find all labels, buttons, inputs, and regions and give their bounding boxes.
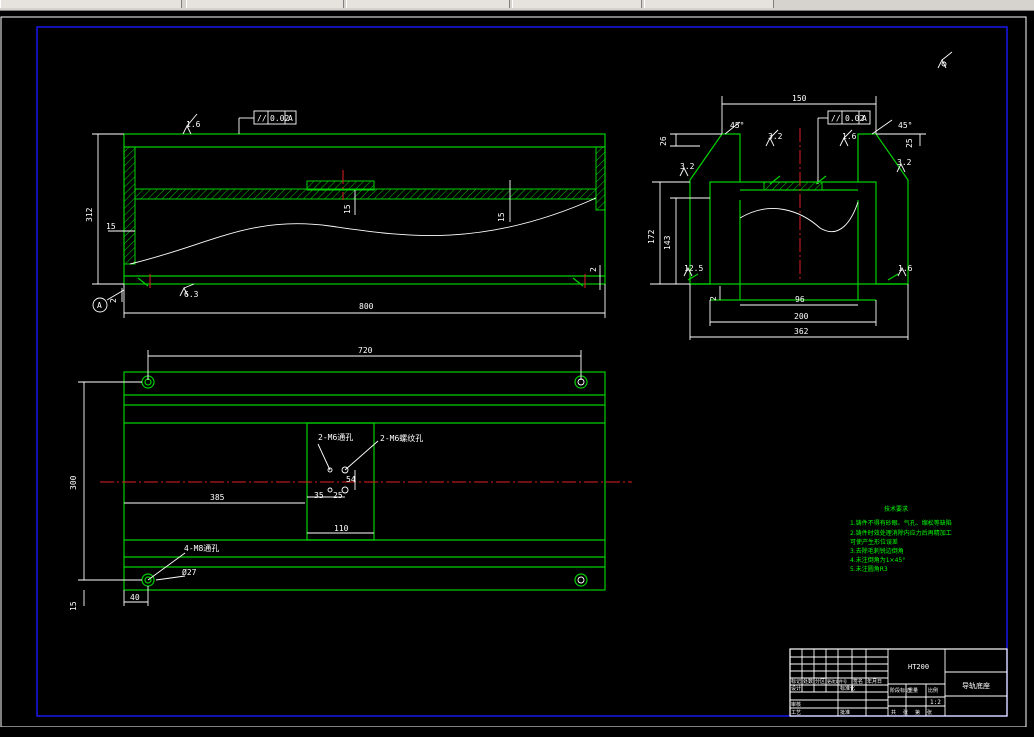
dim-side-mid-width: 200 — [794, 312, 809, 321]
dim-top-edge-x: 40 — [130, 593, 140, 602]
dim-side-top-width: 150 — [792, 94, 807, 103]
title-cell: 设计 — [791, 685, 801, 692]
dim-top-small-b: 25 — [333, 491, 343, 500]
roughness-label: 3.2 — [680, 162, 695, 171]
roughness-label: 6.3 — [184, 290, 199, 299]
roughness-label: 12.5 — [684, 264, 703, 273]
title-cell: 张 — [903, 709, 908, 716]
drawing-canvas[interactable]: 800 312 15 15 15 2 2 // 0.02 A A 1.6 6.3 — [0, 0, 1034, 737]
dim-front-left-wall: 15 — [106, 222, 116, 231]
datum-label: A — [97, 301, 102, 310]
dim-front-length: 800 — [359, 302, 374, 311]
title-cell: 更改文件号 — [827, 678, 847, 684]
roughness-label: 3.2 — [768, 132, 783, 141]
tol-front-symbol: // — [257, 114, 267, 123]
notes-item: 4.未注倒角为1×45° — [850, 556, 905, 564]
dim-front-gap-right: 2 — [589, 267, 598, 272]
title-cell: 工艺 — [791, 710, 801, 716]
hole-note-1: 2-M6通孔 — [318, 432, 353, 442]
dim-top-length: 720 — [358, 346, 373, 355]
title-cell: 重量 — [908, 687, 918, 694]
hole-note-2: 2-M6螺纹孔 — [380, 433, 423, 443]
dim-side-bottom-gap: 2 — [709, 296, 718, 301]
dim-front-rib: 15 — [497, 212, 506, 222]
title-scale: 1:2 — [930, 699, 941, 706]
dim-top-offset: 385 — [210, 493, 225, 502]
tol-side-symbol: // — [831, 114, 841, 123]
tol-front-datum: A — [288, 114, 293, 123]
side-view — [650, 96, 926, 340]
dim-side-top-step: 26 — [659, 136, 668, 146]
notes-item: 5.未注圆角R3 — [850, 565, 888, 573]
hole-note-3: 4-M8通孔 — [184, 543, 219, 553]
hole-dia: Ø27 — [182, 567, 197, 577]
notes-item: 3.去除毛刺锐边倒角 — [850, 547, 904, 555]
notes-item: 2.铸件时效处理消除内应力后再精加工 — [850, 529, 952, 537]
chamfer-right: 45° — [898, 121, 912, 130]
dim-top-small-c: 54 — [346, 475, 356, 484]
dim-top-edge-y: 15 — [69, 601, 78, 611]
dim-side-top-step-right: 25 — [905, 138, 914, 148]
title-part-material: HT200 — [908, 663, 929, 671]
title-cell: 第 — [915, 709, 920, 716]
roughness-label: 1.6 — [898, 264, 913, 273]
dim-front-height: 312 — [85, 207, 94, 222]
title-cell: 年月日 — [867, 678, 882, 685]
roughness-label: 1.6 — [842, 132, 857, 141]
title-cell: 阶段标记 — [890, 687, 910, 694]
title-drawing-name: 导轨底座 — [962, 681, 990, 690]
chamfer-left: 45° — [730, 121, 744, 130]
tol-side-datum: A — [862, 114, 867, 123]
title-cell: 共 — [891, 709, 896, 716]
dim-side-inner-height: 143 — [663, 235, 672, 250]
title-cell: 分区 — [815, 678, 825, 685]
notes-title: 技术要求 — [884, 505, 908, 513]
roughness-label: 3.2 — [897, 158, 912, 167]
title-cell: 处数 — [803, 678, 813, 685]
title-cell: 批准 — [840, 709, 850, 716]
dim-top-box-width: 110 — [334, 524, 349, 533]
status-bar — [0, 727, 1034, 737]
title-cell: 比例 — [928, 687, 938, 694]
dim-side-total-width: 362 — [794, 327, 809, 336]
dim-top-height: 300 — [69, 475, 78, 490]
title-cell: 审核 — [791, 701, 801, 708]
title-cell: 签名 — [853, 678, 863, 685]
notes-item: 可使产生形位误差 — [850, 538, 898, 546]
notes-item: 1.铸件不得有砂眼、气孔、缩松等缺陷 — [850, 519, 952, 527]
roughness-label: 1.6 — [186, 120, 201, 129]
dim-front-gap-left: 2 — [109, 298, 118, 303]
dim-side-height: 172 — [647, 229, 656, 244]
title-cell: 张 — [927, 709, 932, 716]
dim-front-slot: 15 — [343, 204, 352, 214]
tol-front-value: 0.02 — [270, 114, 289, 123]
dim-side-inner-width: 96 — [795, 295, 805, 304]
dim-top-small-a: 35 — [314, 491, 324, 500]
title-cell: 标记 — [791, 678, 801, 685]
title-cell: 标准化 — [840, 685, 855, 692]
